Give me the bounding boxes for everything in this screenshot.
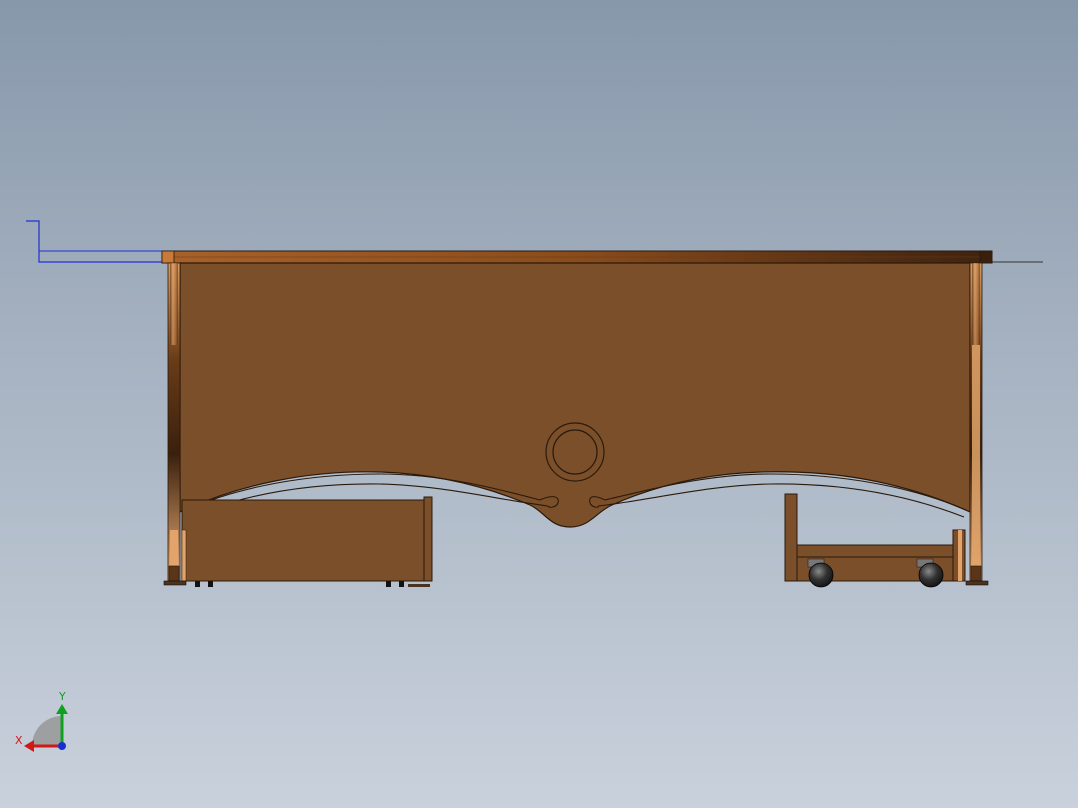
desk-top[interactable]: [161, 250, 993, 264]
front-panel[interactable]: [179, 262, 971, 528]
x-axis-label: X: [15, 734, 23, 747]
center-medallion: [545, 422, 605, 482]
reference-triad: Y X: [15, 690, 68, 752]
model-scene[interactable]: Y X: [0, 0, 1078, 808]
sketch-origin-icon: [26, 220, 165, 263]
y-axis-label: Y: [58, 690, 66, 703]
z-axis-dot: [58, 742, 66, 750]
left-pedestal[interactable]: [181, 496, 433, 587]
graphics-viewport[interactable]: Y X: [0, 0, 1078, 808]
